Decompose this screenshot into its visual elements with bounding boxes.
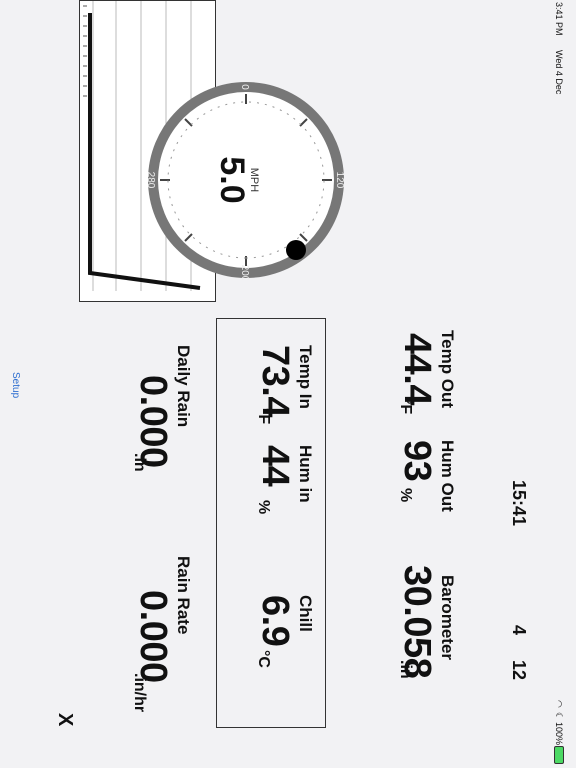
rain-rate-unit: .in/hr: [131, 673, 148, 713]
hum-out-value: 93: [396, 440, 438, 482]
temp-out-value: 44.4: [396, 333, 438, 405]
chill-value: 6.9: [254, 595, 296, 647]
hum-in-unit: %: [255, 500, 272, 515]
temp-out-unit: °F: [397, 398, 414, 415]
close-button[interactable]: X: [53, 713, 76, 726]
dial-label: 280: [146, 172, 156, 189]
header-month: 4: [509, 625, 529, 636]
dial-label: 0: [239, 84, 250, 90]
daily-rain-unit: .in: [131, 453, 148, 472]
header-time: 15:41: [509, 480, 529, 527]
daily-rain-label: Daily Rain: [174, 345, 193, 428]
app-canvas: 120 280 0 200 MPH 5.0 15:41 4 12 Temp Ou…: [0, 0, 576, 768]
temp-in-value: 73.4: [254, 345, 296, 417]
hum-out-label: Hum Out: [438, 440, 457, 512]
temp-in-unit: °F: [255, 408, 272, 425]
barometer-unit: .in: [397, 660, 414, 679]
hum-in-label: Hum in: [296, 445, 315, 503]
hum-in-value: 44: [254, 445, 296, 487]
chill-label: Chill: [296, 595, 315, 632]
rain-rate-value: 0.000: [132, 590, 174, 683]
wind-direction-marker: [286, 240, 306, 260]
hum-out-unit: %: [397, 488, 414, 503]
header-day: 12: [509, 660, 529, 681]
wind-speed: 5.0: [213, 156, 251, 203]
temp-in-label: Temp In: [296, 345, 315, 409]
dial-label: 200: [239, 265, 250, 280]
rain-rate-label: Rain Rate: [174, 556, 193, 635]
temp-out-label: Temp Out: [438, 330, 457, 409]
setup-link[interactable]: Setup: [10, 372, 21, 398]
chill-unit: °C: [255, 650, 272, 668]
dial-label: 120: [334, 172, 345, 189]
dial-svg: 120 280 0 200 MPH 5.0: [145, 82, 345, 282]
barometer-label: Barometer: [438, 575, 457, 661]
wind-dial: 120 280 0 200 MPH 5.0: [145, 80, 346, 282]
